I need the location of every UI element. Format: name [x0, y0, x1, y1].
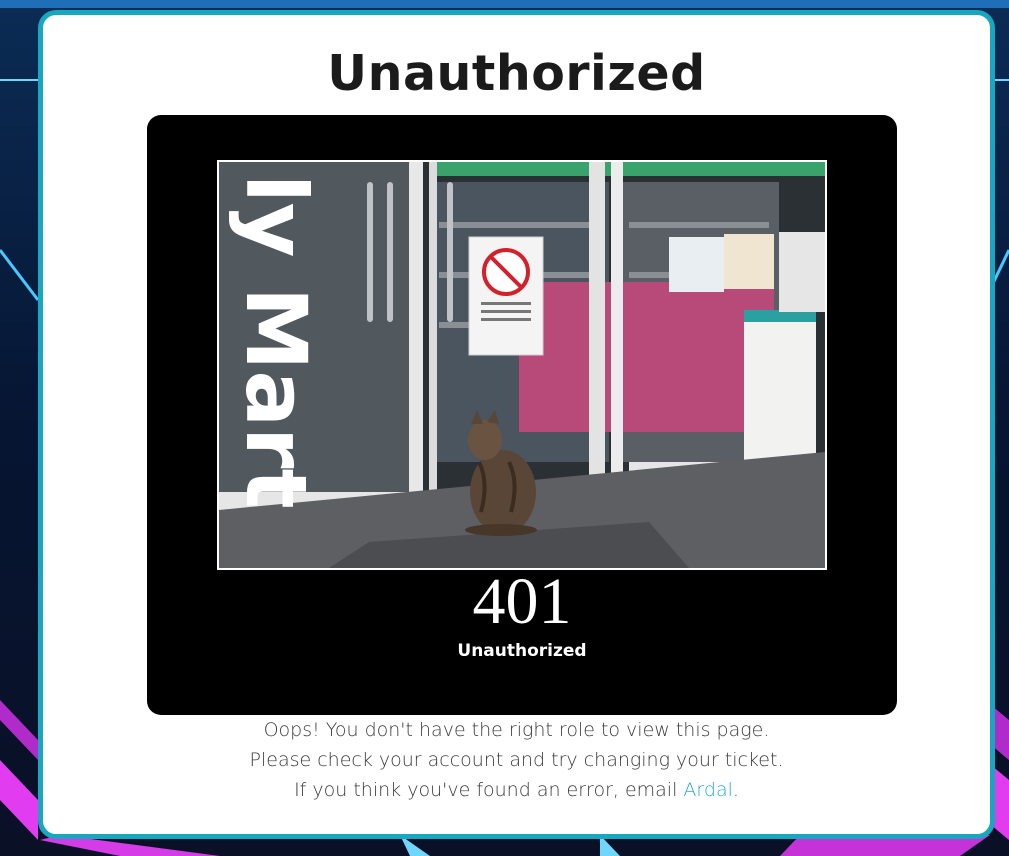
- message-line-3-prefix: If you think you've found an error, emai…: [294, 779, 684, 801]
- email-ardal-link[interactable]: Ardal: [683, 779, 732, 801]
- error-code-label: Unauthorized: [457, 641, 587, 661]
- store-sign-text: ly Mart: [227, 174, 325, 509]
- message-line-1: Oops! You don't have the right role to v…: [263, 719, 770, 741]
- error-card: Unauthorized ly Mart 401 Unauthorized Oo…: [38, 10, 995, 839]
- message-line-3-suffix: .: [732, 779, 739, 801]
- message-line-2: Please check your account and try changi…: [249, 749, 784, 771]
- cat-at-store-door-image: ly Mart: [219, 162, 825, 568]
- page-title: Unauthorized: [327, 45, 706, 102]
- error-code: 401: [472, 565, 572, 638]
- cat-photo: ly Mart: [217, 160, 827, 570]
- error-poster: ly Mart 401 Unauthorized: [147, 115, 897, 715]
- message-line-3: If you think you've found an error, emai…: [43, 779, 990, 801]
